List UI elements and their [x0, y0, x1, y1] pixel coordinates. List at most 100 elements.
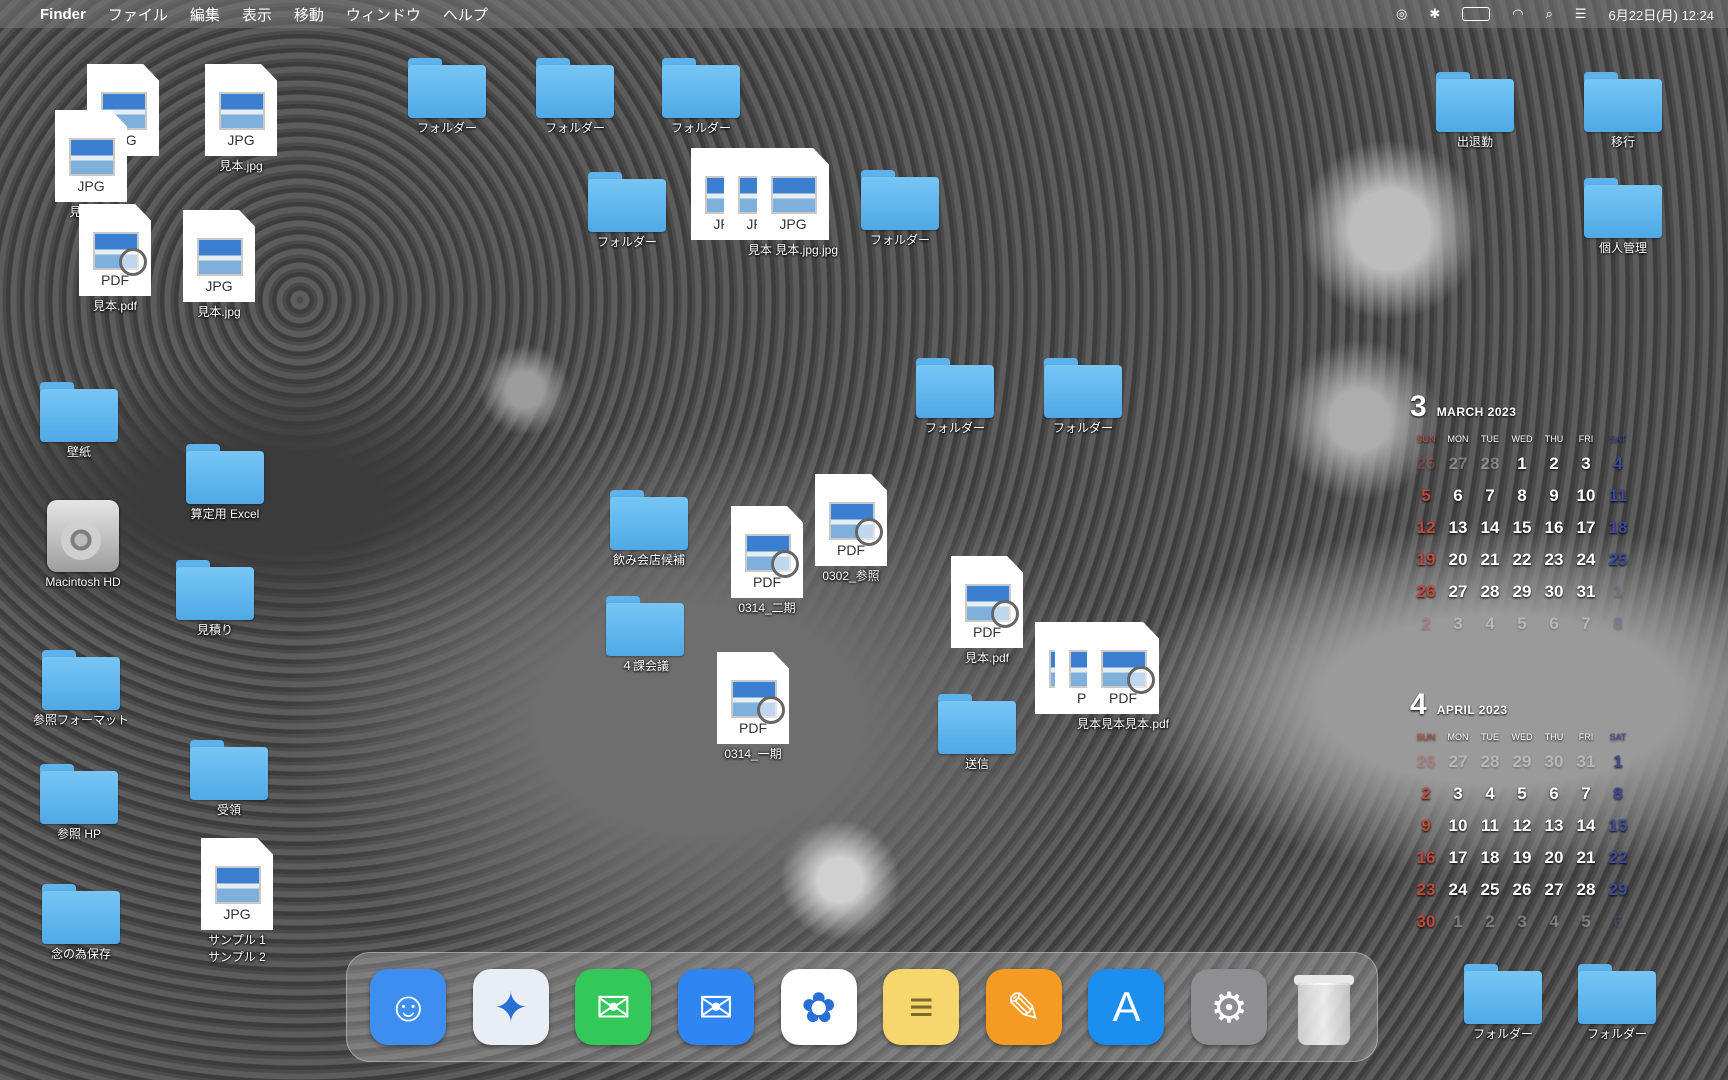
- clock-datetime[interactable]: 6月22日(月) 12:24: [1609, 5, 1715, 24]
- menu-edit[interactable]: 編集: [190, 4, 220, 25]
- calendar-weekday-label: WED: [1511, 732, 1533, 742]
- calendar-weekday-label: THU: [1544, 732, 1564, 742]
- menu-help[interactable]: ヘルプ: [443, 4, 488, 25]
- desktop-folder-juryo[interactable]: 受領: [174, 740, 284, 817]
- search-icon[interactable]: ⌕: [1546, 6, 1553, 22]
- folder-label: 算定用 Excel: [190, 507, 260, 521]
- menu-app-finder[interactable]: Finder: [40, 6, 86, 23]
- calendar-day: 7: [1485, 486, 1495, 505]
- desktop-folder-mitsumori[interactable]: 見積り: [160, 560, 270, 637]
- desktop-jpg-file[interactable]: JPG 見本 見本.jpg.jpg: [738, 148, 848, 257]
- folder-icon: [408, 58, 486, 118]
- jpg-file-icon: JPG: [183, 210, 255, 302]
- dock-item-pages[interactable]: ✎: [985, 969, 1062, 1045]
- calendar-day: 30: [1544, 582, 1564, 601]
- desktop-pdf-file[interactable]: PDF 見本.pdf: [60, 204, 170, 313]
- desktop-folder[interactable]: フォルダー: [900, 358, 1010, 435]
- desktop-pdf-file[interactable]: PDF 0302_参照: [796, 474, 906, 583]
- calendar-day: 2: [1549, 454, 1559, 473]
- desktop-folder-nomikai[interactable]: 飲み会店候補: [594, 490, 704, 567]
- battery-icon[interactable]: [1462, 7, 1491, 21]
- desktop-folder-santei[interactable]: 算定用 Excel: [170, 444, 280, 521]
- calendar-day: 18: [1480, 848, 1500, 867]
- calendar-month-name: APRIL 2023: [1436, 703, 1508, 717]
- folder-icon: [186, 444, 264, 504]
- desktop-folder[interactable]: フォルダー: [1448, 964, 1558, 1041]
- notes-icon: ≡: [909, 983, 934, 1030]
- file-label: サンプル 2: [208, 950, 266, 964]
- messages-icon: ✉: [595, 983, 632, 1031]
- calendar-day: 12: [1512, 816, 1532, 835]
- menu-bar: Finder ファイル 編集 表示 移動 ウィンドウ ヘルプ ◎ ✱ ◠ ⌕ ☰…: [0, 0, 1728, 28]
- menu-file[interactable]: ファイル: [108, 4, 168, 25]
- calendar-grid: SUN MON TUE WED THU FRI SAT 26 27 28 29 30 31 1 2 3 4 5 6 7…: [1410, 728, 1630, 938]
- desktop-folder[interactable]: フォルダー: [1562, 964, 1672, 1041]
- desktop-folder-nennotame[interactable]: 念の為保存: [26, 884, 136, 961]
- desktop-folder-kakakaigi[interactable]: ４課会議: [590, 596, 700, 673]
- desktop-folder[interactable]: フォルダー: [1028, 358, 1138, 435]
- desktop-folder-shuttaikin[interactable]: 出退勤: [1420, 72, 1530, 149]
- dock-item-finder[interactable]: ☺: [370, 969, 447, 1045]
- desktop-jpg-file[interactable]: JPG見本.jpg: [36, 110, 146, 219]
- calendar-weekday-label: TUE: [1481, 434, 1499, 444]
- calendar-day: 10: [1448, 816, 1468, 835]
- desktop-jpg-file-sample[interactable]: JPG サンプル 1 サンプル 2: [182, 838, 292, 964]
- dock-item-messages[interactable]: ✉: [575, 969, 652, 1045]
- folder-icon: [1044, 358, 1122, 418]
- dock-item-photos[interactable]: ✿: [780, 969, 857, 1045]
- calendar-day: 2: [1421, 784, 1431, 803]
- dock-item-system-preferences[interactable]: ⚙: [1191, 969, 1268, 1045]
- desktop-folder-sansho-format[interactable]: 参照フォーマット: [26, 650, 136, 727]
- desktop-folder-kabegami[interactable]: 壁紙: [24, 382, 134, 459]
- pdf-file-icon: PDF: [717, 652, 789, 744]
- desktop-folder-ikou[interactable]: 移行: [1568, 72, 1678, 149]
- control-center-icon[interactable]: ☰: [1575, 6, 1587, 22]
- jpg-file-icon: JPG: [757, 148, 829, 240]
- calendar-day: 17: [1448, 848, 1468, 867]
- desktop-pdf-file[interactable]: PDF 見本見本見本.pdf: [1068, 622, 1178, 731]
- folder-icon: [1464, 964, 1542, 1024]
- desktop-folder-kojin[interactable]: 個人管理: [1568, 178, 1678, 255]
- calendar-weekday-label: SAT: [1609, 434, 1627, 444]
- dock-item-mail[interactable]: ✉: [678, 969, 755, 1045]
- file-label: 0314_一期: [724, 747, 782, 761]
- menu-window[interactable]: ウィンドウ: [346, 4, 421, 25]
- folder-icon: [610, 490, 688, 550]
- dock-item-trash[interactable]: [1293, 969, 1354, 1045]
- drive-label: Macintosh HD: [45, 575, 121, 589]
- desktop-drive-macintosh-hd[interactable]: Macintosh HD: [28, 500, 138, 589]
- dock-item-app-store[interactable]: A: [1088, 969, 1165, 1045]
- desktop-folder[interactable]: フォルダー: [845, 170, 955, 247]
- calendar-month-name: MARCH 2023: [1436, 405, 1517, 419]
- bluetooth-icon[interactable]: ✱: [1429, 6, 1440, 22]
- calendar-day: 26: [1416, 454, 1436, 473]
- folder-icon: [662, 58, 740, 118]
- desktop-folder[interactable]: フォルダー: [572, 172, 682, 249]
- menu-view[interactable]: 表示: [242, 4, 272, 25]
- airplay-icon[interactable]: ◎: [1396, 6, 1407, 22]
- desktop-folder[interactable]: フォルダー: [520, 58, 630, 135]
- desktop-pdf-file[interactable]: PDF 0314_一期: [698, 652, 808, 761]
- calendar-day: 16: [1544, 518, 1564, 537]
- desktop-jpg-file[interactable]: JPG見本.jpg: [164, 210, 274, 319]
- calendar-day: 29: [1512, 752, 1532, 771]
- calendar-day: 4: [1549, 912, 1559, 931]
- desktop-folder[interactable]: フォルダー: [392, 58, 502, 135]
- dock-item-notes[interactable]: ≡: [883, 969, 960, 1045]
- calendar-day: 26: [1416, 752, 1436, 771]
- pages-icon: ✎: [1006, 983, 1042, 1031]
- folder-label: 壁紙: [66, 445, 91, 459]
- wifi-icon[interactable]: ◠: [1512, 6, 1523, 22]
- folder-icon: [1584, 178, 1662, 238]
- pdf-file-icon: PDF: [79, 204, 151, 296]
- desktop-folder-sansho-hp[interactable]: 参照 HP: [24, 764, 134, 841]
- calendar-day: 25: [1608, 550, 1628, 569]
- desktop-jpg-file[interactable]: JPG見本.jpg: [186, 64, 296, 173]
- desktop-folder[interactable]: フォルダー: [646, 58, 756, 135]
- calendar-day: 20: [1448, 550, 1468, 569]
- folder-label: 参照 HP: [56, 827, 101, 841]
- pdf-file-icon: PDF: [951, 556, 1023, 648]
- file-label: 0314_二期: [738, 601, 796, 615]
- dock-item-safari[interactable]: ✦: [472, 969, 549, 1045]
- menu-go[interactable]: 移動: [294, 4, 324, 25]
